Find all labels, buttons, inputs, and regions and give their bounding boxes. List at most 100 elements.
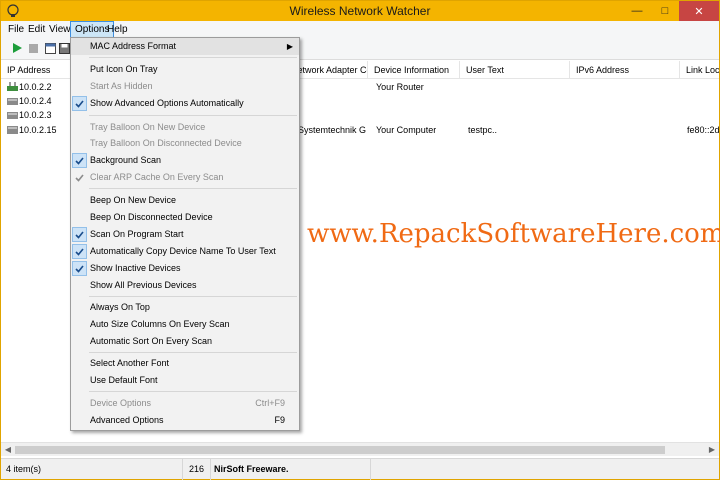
menu-item-scan-on-start[interactable]: Scan On Program Start xyxy=(71,226,299,243)
column-header-link-local[interactable]: Link Loca xyxy=(680,61,719,79)
menu-item-start-as-hidden[interactable]: Start As Hidden xyxy=(71,78,299,95)
network-device-icon xyxy=(7,98,18,105)
menu-separator xyxy=(89,296,297,297)
maximize-icon: □ xyxy=(661,5,669,17)
menu-item-label: Beep On Disconnected Device xyxy=(90,212,213,222)
menu-item-device-options[interactable]: Device Options Ctrl+F9 xyxy=(71,395,299,412)
close-icon: ✕ xyxy=(694,5,704,18)
menu-item-shortcut: Ctrl+F9 xyxy=(255,398,285,408)
menu-item-label: MAC Address Format xyxy=(90,41,177,51)
options-dropdown-menu: MAC Address Format ▶ Put Icon On Tray St… xyxy=(70,37,300,431)
checkmark-icon xyxy=(72,261,87,276)
submenu-arrow-icon: ▶ xyxy=(286,42,293,51)
menu-item-label: Scan On Program Start xyxy=(90,229,184,239)
menu-item-advanced-options[interactable]: Advanced Options F9 xyxy=(71,412,299,429)
menu-item-label: Put Icon On Tray xyxy=(90,64,158,74)
menu-item-label: Show All Previous Devices xyxy=(90,280,197,290)
menu-item-label: Show Inactive Devices xyxy=(90,263,181,273)
checkmark-icon xyxy=(72,153,87,168)
status-number: 216 xyxy=(183,459,211,480)
properties-icon xyxy=(44,42,56,54)
menu-item-beep-disconnected[interactable]: Beep On Disconnected Device xyxy=(71,209,299,226)
menu-item-label: Advanced Options xyxy=(90,415,164,425)
menu-item-tray-balloon-new[interactable]: Tray Balloon On New Device xyxy=(71,119,299,136)
menu-item-label: Always On Top xyxy=(90,302,150,312)
horizontal-scrollbar[interactable]: ◀ ▶ xyxy=(1,442,719,456)
minimize-button[interactable]: — xyxy=(623,1,651,21)
scroll-thumb[interactable] xyxy=(15,446,665,454)
start-scan-button[interactable] xyxy=(10,41,24,55)
menu-item-label: Select Another Font xyxy=(90,358,170,368)
computer-icon xyxy=(7,126,18,134)
menu-help[interactable]: Help xyxy=(103,21,132,38)
column-header-user-text[interactable]: User Text xyxy=(460,61,570,79)
scroll-right-icon[interactable]: ▶ xyxy=(707,445,717,455)
menu-separator xyxy=(89,188,297,189)
scroll-left-icon[interactable]: ◀ xyxy=(3,445,13,455)
minimize-icon: — xyxy=(631,5,643,17)
menu-item-label: Beep On New Device xyxy=(90,195,177,205)
cell-user-text: testpc.. xyxy=(468,125,498,135)
checkmark-icon xyxy=(72,170,87,185)
window-title: Wireless Network Watcher xyxy=(289,4,431,18)
menu-item-background-scan[interactable]: Background Scan xyxy=(71,152,299,169)
save-icon xyxy=(58,42,70,54)
menu-item-label: Automatic Sort On Every Scan xyxy=(90,336,213,346)
stop-icon xyxy=(28,43,38,53)
menu-item-label: Auto Size Columns On Every Scan xyxy=(90,319,230,329)
menu-item-default-font[interactable]: Use Default Font xyxy=(71,372,299,389)
menu-item-mac-address-format[interactable]: MAC Address Format ▶ xyxy=(71,38,299,55)
cell-device-information: Your Computer xyxy=(376,125,437,135)
menu-item-label: Start As Hidden xyxy=(90,81,153,91)
menu-item-shortcut: F9 xyxy=(274,415,285,425)
menu-item-clear-arp-cache[interactable]: Clear ARP Cache On Every Scan xyxy=(71,169,299,186)
cell-ip-address: 10.0.2.2 xyxy=(19,82,52,92)
menu-item-always-on-top[interactable]: Always On Top xyxy=(71,299,299,316)
app-window: Wireless Network Watcher — □ ✕ File Edit… xyxy=(0,0,720,480)
column-header-ipv6-address[interactable]: IPv6 Address xyxy=(570,61,680,79)
menu-item-copy-device-name[interactable]: Automatically Copy Device Name To User T… xyxy=(71,243,299,260)
router-icon xyxy=(7,82,18,91)
cell-device-information: Your Router xyxy=(376,82,424,92)
watermark-text: www.RepackSoftwareHere.com xyxy=(307,219,720,249)
menu-item-label: Background Scan xyxy=(90,155,162,165)
save-button[interactable] xyxy=(57,41,71,55)
menu-bar: File Edit View Options Help xyxy=(1,21,719,38)
properties-button[interactable] xyxy=(43,41,57,55)
menu-item-put-icon-on-tray[interactable]: Put Icon On Tray xyxy=(71,61,299,78)
title-bar[interactable]: Wireless Network Watcher — □ ✕ xyxy=(1,1,719,21)
network-device-icon xyxy=(7,112,18,119)
menu-separator xyxy=(89,57,297,58)
maximize-button[interactable]: □ xyxy=(651,1,679,21)
cell-network-adapter: Systemtechnik Gm... xyxy=(298,125,366,135)
menu-separator xyxy=(89,115,297,116)
menu-item-show-all-previous[interactable]: Show All Previous Devices xyxy=(71,277,299,294)
menu-item-beep-new-device[interactable]: Beep On New Device xyxy=(71,192,299,209)
menu-separator xyxy=(89,352,297,353)
menu-item-tray-balloon-disconnected[interactable]: Tray Balloon On Disconnected Device xyxy=(71,135,299,152)
menu-item-auto-sort[interactable]: Automatic Sort On Every Scan xyxy=(71,333,299,350)
menu-item-select-font[interactable]: Select Another Font xyxy=(71,355,299,372)
checkmark-icon xyxy=(72,227,87,242)
checkmark-icon xyxy=(72,244,87,259)
checkmark-icon xyxy=(72,96,87,111)
status-bar: 4 item(s) 216 NirSoft Freeware. https://… xyxy=(1,458,719,480)
menu-item-label: Clear ARP Cache On Every Scan xyxy=(90,172,224,182)
cell-ip-address: 10.0.2.4 xyxy=(19,96,52,106)
menu-item-auto-size-columns[interactable]: Auto Size Columns On Every Scan xyxy=(71,316,299,333)
cell-ip-address: 10.0.2.15 xyxy=(19,125,57,135)
menu-item-label: Tray Balloon On New Device xyxy=(90,122,206,132)
menu-item-show-inactive-devices[interactable]: Show Inactive Devices xyxy=(71,260,299,277)
menu-item-show-advanced-options[interactable]: Show Advanced Options Automatically xyxy=(71,95,299,112)
stop-scan-button[interactable] xyxy=(26,41,40,55)
menu-item-label: Tray Balloon On Disconnected Device xyxy=(90,138,242,148)
cell-ip-address: 10.0.2.3 xyxy=(19,110,52,120)
column-header-device-information[interactable]: Device Information xyxy=(368,61,460,79)
status-credit-link[interactable]: NirSoft Freeware. https://www.nirsoft.ne… xyxy=(211,459,371,480)
menu-item-label: Show Advanced Options Automatically xyxy=(90,98,244,108)
menu-item-label: Use Default Font xyxy=(90,375,158,385)
menu-item-label: Automatically Copy Device Name To User T… xyxy=(90,246,276,256)
menu-separator xyxy=(89,391,297,392)
status-item-count: 4 item(s) xyxy=(1,459,183,480)
close-button[interactable]: ✕ xyxy=(679,1,719,21)
